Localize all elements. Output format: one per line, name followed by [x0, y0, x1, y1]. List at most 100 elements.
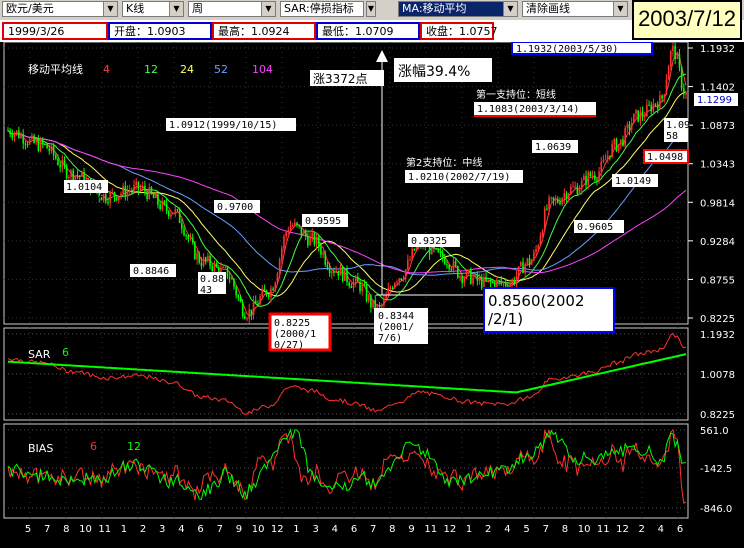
overlay-select[interactable]: MA:移动平均 ▼ [398, 1, 518, 17]
candle-body [298, 224, 300, 227]
annotation-text: 1.0498 [647, 152, 683, 163]
candle-body [178, 209, 181, 224]
candle-body [259, 296, 261, 305]
x-tick-label: 5 [25, 524, 31, 535]
candle-body [309, 236, 311, 246]
candle-body [585, 175, 587, 185]
candle-body [572, 186, 574, 188]
candle-body [320, 246, 322, 255]
candle-body [661, 95, 663, 99]
candle-body [344, 268, 346, 281]
candle-body [483, 276, 485, 289]
candle-body [215, 263, 218, 268]
candle-body [48, 148, 51, 152]
indicator-dropdown[interactable]: ▼ [366, 1, 376, 17]
candle-body [628, 124, 631, 130]
bias-digit-6: 6 [90, 440, 97, 453]
bias-digit-12: 12 [127, 440, 141, 453]
candle-body [213, 263, 216, 271]
candle-body [233, 279, 235, 287]
candle-body [304, 231, 307, 237]
chart-type-value: K线 [126, 2, 145, 15]
candle-body [539, 235, 542, 246]
candle-body [361, 284, 364, 292]
y-tick-label: 0.8225 [700, 314, 735, 325]
annotation-08846: 0.8846 [130, 264, 176, 277]
chevron-down-icon[interactable]: ▼ [103, 2, 117, 16]
clear-lines-select[interactable]: 清除画线 ▼ [522, 1, 628, 17]
candle-body [191, 238, 194, 243]
period-select[interactable]: 周 ▼ [188, 1, 276, 17]
candle-body [122, 186, 124, 194]
candle-body [354, 276, 357, 283]
x-tick-label: 4 [504, 524, 510, 535]
candle-body [480, 278, 483, 289]
candle-body [163, 201, 166, 204]
candle-body [24, 143, 27, 145]
candle-body [583, 175, 585, 181]
rise-arrow-icon [376, 50, 388, 62]
y-tick-label: 1.1402 [700, 83, 735, 94]
candle-body [135, 181, 138, 185]
chevron-down-icon[interactable]: ▼ [503, 2, 517, 16]
annotation-08344: 0.8344 (2001/7/6) [374, 308, 428, 344]
annotation-1999-10: 1.0912(1999/10/15) [166, 118, 296, 131]
annotation-text: 0.9325 [411, 236, 447, 247]
candle-body [633, 113, 635, 123]
candle-body [39, 139, 42, 151]
candle-body [528, 258, 531, 265]
chart-type-select[interactable]: K线 ▼ [122, 1, 184, 17]
candle-body [18, 130, 20, 138]
annotation-10639: 1.0639 [532, 140, 578, 153]
annotation-text: 涨幅39.4% [398, 64, 470, 80]
candle-body [639, 111, 642, 122]
candle-body [235, 286, 237, 296]
x-tick-label: 4 [658, 524, 664, 535]
candle-body [450, 268, 453, 270]
candle-body [196, 253, 198, 260]
x-tick-label: 12 [444, 524, 457, 535]
indicator-select[interactable]: SAR:停损指标 [280, 1, 364, 17]
current-price-text: 1.1299 [697, 95, 732, 106]
candle-body [476, 273, 479, 281]
annotation-text: 0.9700 [217, 202, 253, 213]
candle-body [617, 144, 620, 152]
candle-body [546, 208, 548, 210]
candle-body [128, 190, 131, 192]
candle-body [513, 279, 516, 284]
x-tick-label: 3 [159, 524, 165, 535]
x-tick-label: 4 [178, 524, 184, 535]
candle-body [535, 248, 537, 253]
candle-body [389, 287, 392, 289]
price-chart[interactable]: 1.1932 1.1402 1.0873 1.0343 0.9814 0.9284 0.87… [0, 42, 744, 548]
candle-body [502, 282, 505, 284]
candle-body [237, 295, 240, 298]
currency-pair-select[interactable]: 欧元/美元 ▼ [2, 1, 118, 17]
x-tick-label: 1 [121, 524, 127, 535]
candle-body [530, 260, 533, 265]
candle-body [154, 194, 157, 199]
chevron-down-icon[interactable]: ▼ [261, 2, 275, 16]
candle-body [46, 144, 48, 149]
info-low: 最低：1.0709 [316, 22, 420, 40]
candle-body [341, 266, 344, 281]
candle-body [404, 269, 407, 279]
candle-body [370, 295, 372, 308]
annotation-text: 1.1932(2003/5/30) [516, 44, 618, 55]
chevron-down-icon[interactable]: ▼ [613, 2, 627, 16]
candle-body [194, 242, 196, 260]
candle-body [613, 138, 616, 144]
candle-body [289, 225, 292, 231]
candle-body [561, 198, 563, 205]
candle-body [265, 290, 268, 295]
candle-body [189, 238, 192, 240]
annotation-10149: 1.0149 [612, 174, 658, 187]
candle-body [68, 177, 70, 179]
candle-body [522, 262, 524, 274]
candle-body [552, 197, 555, 201]
candle-body [559, 202, 561, 205]
chevron-down-icon[interactable]: ▼ [169, 2, 183, 16]
candle-body [302, 231, 305, 236]
candle-body [589, 172, 592, 177]
chevron-down-icon[interactable]: ▼ [367, 2, 375, 16]
